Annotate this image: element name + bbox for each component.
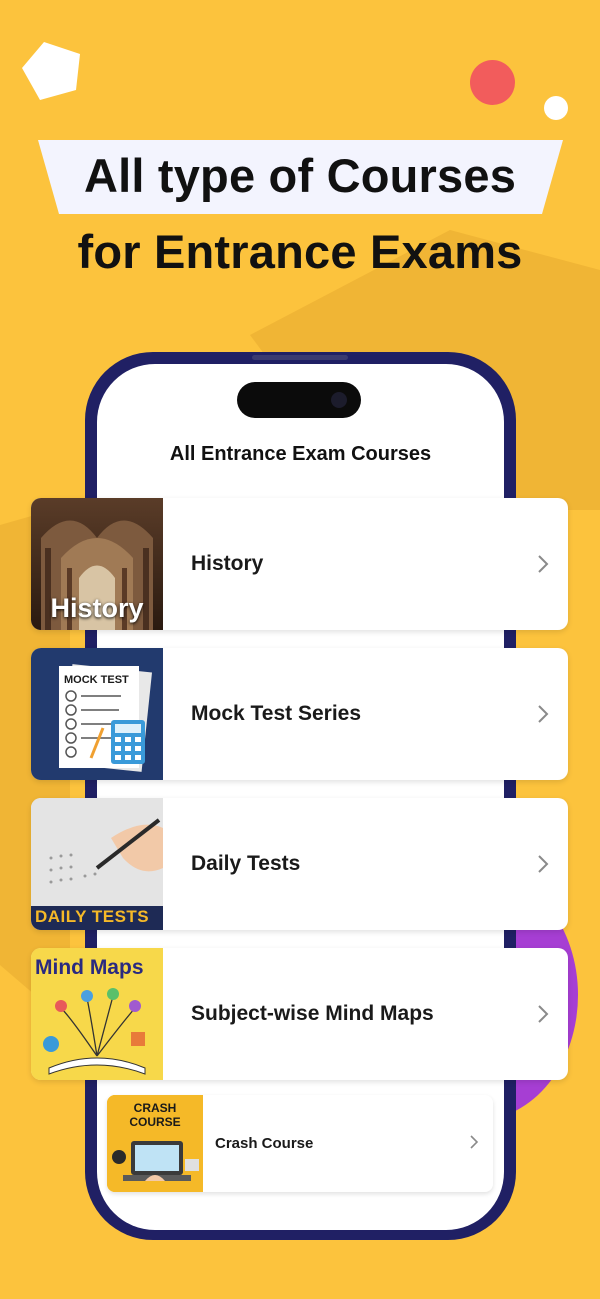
test-paper-icon [59, 664, 153, 772]
mock-test-thumbnail: MOCK TEST [31, 648, 163, 780]
daily-tests-thumb-text: DAILY TESTS [35, 907, 150, 926]
chevron-right-icon [538, 1005, 549, 1023]
course-card-mock-test[interactable]: MOCK TEST Mock Test Series [31, 648, 568, 780]
chevron-right-icon [538, 555, 549, 573]
chevron-right-icon [538, 705, 549, 723]
white-circle-decoration [544, 96, 568, 120]
headline-line-1: All type of Courses [83, 149, 517, 202]
camera-icon [331, 392, 347, 408]
phone-top-bar [252, 355, 348, 360]
chevron-right-icon [470, 1135, 479, 1149]
red-circle-decoration [470, 60, 515, 105]
crash-course-thumbnail: CRASH COURSE [107, 1095, 203, 1192]
history-thumb-text: History [50, 593, 144, 623]
pentagon-decoration-icon [22, 42, 80, 100]
screen-title: All Entrance Exam Courses [169, 443, 432, 465]
crash-thumb-text-2: COURSE [129, 1115, 181, 1129]
course-card-mind-maps[interactable]: Mind Maps Subject-wise Mind Maps [31, 948, 568, 1080]
course-label-crash-course: Crash Course [215, 1135, 314, 1152]
crash-thumb-text-1: CRASH [133, 1101, 177, 1115]
headline-line-2: for Entrance Exams [77, 225, 523, 278]
mock-test-thumb-text: MOCK TEST [64, 674, 129, 686]
crash-course-thumb-text: CRASH COURSE [107, 1101, 203, 1129]
course-card-daily-tests[interactable]: DAILY TESTS Daily Tests [31, 798, 568, 930]
mind-maps-thumb-text: Mind Maps [35, 956, 144, 979]
mind-maps-thumbnail: Mind Maps [31, 948, 163, 1080]
course-label-daily-tests: Daily Tests [191, 852, 301, 875]
course-card-crash-course[interactable]: CRASH COURSE Crash Course [107, 1095, 493, 1192]
course-label-mock-test: Mock Test Series [191, 702, 362, 725]
course-label-mind-maps: Subject-wise Mind Maps [191, 1002, 434, 1025]
daily-tests-thumbnail: DAILY TESTS [31, 798, 163, 930]
chevron-right-icon [538, 855, 549, 873]
course-card-history[interactable]: History History [31, 498, 568, 630]
course-label-history: History [191, 552, 264, 575]
history-thumbnail: History [31, 498, 163, 630]
